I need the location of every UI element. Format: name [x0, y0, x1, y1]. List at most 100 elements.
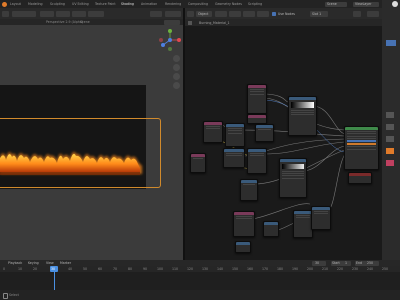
gizmo-icon[interactable]	[159, 29, 181, 51]
node-noise-texture-b[interactable]	[247, 114, 267, 124]
editor-type-button[interactable]	[2, 10, 9, 17]
camera-icon[interactable]	[173, 73, 180, 80]
scene-selector[interactable]: Scene	[325, 1, 347, 7]
options-button[interactable]	[164, 19, 180, 25]
material-tab-icon[interactable]	[386, 160, 394, 166]
scene-tab-icon[interactable]	[386, 136, 394, 142]
object-mode-button[interactable]	[12, 10, 36, 17]
add-menu-node[interactable]	[243, 10, 255, 17]
tab-animation[interactable]: Animation	[141, 2, 157, 7]
node-noise-texture-c[interactable]	[233, 211, 255, 237]
timeline-tick: 240	[367, 267, 374, 271]
current-frame-field[interactable]: 30	[312, 260, 326, 266]
tab-modeling[interactable]: Modeling	[28, 2, 43, 7]
render-tab-icon[interactable]	[386, 112, 394, 118]
add-menu[interactable]	[72, 10, 86, 17]
tab-shading[interactable]: Shading	[121, 2, 134, 7]
tab-sculpting[interactable]: Sculpting	[50, 2, 65, 7]
tab-layout[interactable]: Layout	[10, 2, 21, 7]
timeline-tick: 190	[292, 267, 299, 271]
use-nodes-checkbox[interactable]	[272, 11, 276, 16]
timeline-tick: 110	[172, 267, 179, 271]
node-vector-math-a[interactable]	[203, 121, 223, 143]
timeline-tick: 210	[322, 267, 329, 271]
current-frame-value: 30	[315, 261, 320, 265]
grid-icon[interactable]	[173, 82, 180, 89]
playhead-line	[54, 272, 55, 290]
tab-uv-editing[interactable]: UV Editing	[72, 2, 89, 7]
timeline-tick: 40	[68, 267, 73, 271]
breadcrumb-material[interactable]: Burning_Material_1	[199, 21, 230, 25]
object-tab-icon[interactable]	[386, 148, 394, 154]
user-icon[interactable]	[392, 1, 398, 7]
start-frame-field[interactable]: Start 1	[331, 260, 351, 266]
end-frame-label: End	[356, 261, 363, 265]
tab-scripting[interactable]: Scripting	[248, 2, 262, 7]
node-color-ramp-c[interactable]	[311, 206, 331, 230]
node-color-ramp[interactable]	[288, 96, 317, 136]
object-menu[interactable]	[88, 10, 104, 17]
timeline-view[interactable]: View	[46, 261, 54, 265]
node-mapping-b[interactable]	[263, 221, 279, 237]
tab-rendering[interactable]: Rendering	[165, 2, 181, 7]
node-math-a[interactable]	[255, 124, 274, 142]
select-menu[interactable]	[56, 10, 70, 17]
slot-label: Slot 1	[312, 11, 322, 16]
timeline-marker[interactable]: Marker	[60, 261, 71, 265]
node-separate-xyz[interactable]	[223, 148, 245, 168]
tab-compositing[interactable]: Compositing	[188, 2, 208, 7]
timeline-tick: 120	[187, 267, 194, 271]
node-principled-volume[interactable]	[344, 126, 379, 170]
overlay-button[interactable]	[150, 10, 162, 17]
node-material-output[interactable]	[348, 172, 372, 184]
blender-logo-icon[interactable]	[2, 1, 7, 7]
timeline-area[interactable]: 0 10 20 40 50 60 70 80 90 100 110 120 13…	[0, 266, 400, 290]
timeline-tick: 220	[337, 267, 344, 271]
timeline-tick: 90	[143, 267, 148, 271]
timeline-tick: 170	[262, 267, 269, 271]
timeline-tick: 150	[232, 267, 239, 271]
timeline-tick: 130	[202, 267, 209, 271]
output-tab-icon[interactable]	[386, 124, 394, 130]
zoom-icon[interactable]	[173, 55, 180, 62]
timeline-keying[interactable]: Keying	[28, 261, 39, 265]
node-tex-coord[interactable]	[190, 153, 206, 173]
slot-selector[interactable]: Slot 1	[310, 10, 328, 17]
timeline-playback[interactable]: Playback	[8, 261, 22, 265]
node-mix-a[interactable]	[240, 179, 258, 201]
scene-label: Scene	[327, 2, 337, 6]
node-noise-texture-a[interactable]	[247, 84, 267, 114]
tab-texture-paint[interactable]: Texture Paint	[95, 2, 116, 7]
view-layer-selector[interactable]: ViewLayer	[353, 1, 379, 7]
timeline-tick: 200	[307, 267, 314, 271]
timeline-tick: 180	[277, 267, 284, 271]
timeline-tick: 20	[33, 267, 38, 271]
viewport-info-title: Perspective 2.9 (Alpha)	[46, 20, 84, 24]
view-layer-label: ViewLayer	[355, 2, 372, 6]
node-editor-breadcrumb-bar: Burning_Material_1	[185, 19, 382, 26]
timeline-tick: 60	[98, 267, 103, 271]
funnel-icon[interactable]	[188, 20, 192, 25]
node-menu[interactable]	[257, 10, 269, 17]
node-editor-type-button[interactable]	[187, 10, 194, 17]
tool-tab-icon[interactable]	[386, 40, 396, 46]
pin-button[interactable]	[353, 10, 361, 17]
snap-button[interactable]	[367, 10, 379, 17]
shading-button[interactable]	[165, 10, 181, 17]
timeline-tick: 0	[3, 267, 6, 271]
node-math-b[interactable]	[247, 148, 267, 174]
use-nodes-label: Use Nodes	[278, 11, 295, 16]
node-mapping-a[interactable]	[225, 123, 245, 147]
node-value[interactable]	[235, 241, 251, 253]
node-editor-canvas[interactable]	[185, 26, 382, 260]
tab-geometry-nodes[interactable]: Geometry Nodes	[215, 2, 242, 7]
node-math-c[interactable]	[293, 210, 313, 238]
end-frame-field[interactable]: End 250	[355, 260, 379, 266]
object-selector[interactable]: Object	[196, 10, 212, 17]
node-color-ramp-b[interactable]	[279, 158, 307, 198]
view-menu[interactable]	[40, 10, 54, 17]
select-menu-node[interactable]	[229, 10, 241, 17]
view-menu-node[interactable]	[215, 10, 227, 17]
start-frame-value: 1	[345, 261, 348, 265]
hand-icon[interactable]	[173, 64, 180, 71]
